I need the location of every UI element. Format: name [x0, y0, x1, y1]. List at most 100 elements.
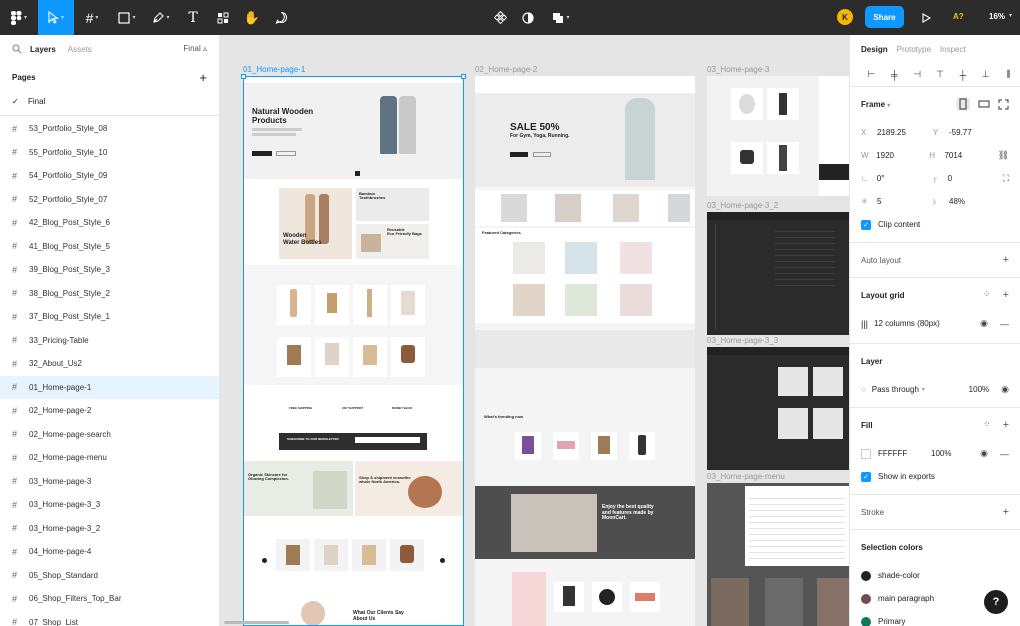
layer-item[interactable]: #03_Home-page-3 — [0, 470, 219, 494]
layer-item[interactable]: #05_Shop_Standard — [0, 564, 219, 588]
independent-corners-icon[interactable]: ⛶ — [1003, 173, 1009, 184]
frame-home-page-3[interactable] — [707, 76, 849, 196]
frame-label[interactable]: 03_Home-page-menu — [707, 472, 785, 481]
layer-item[interactable]: #06_Shop_Filters_Top_Bar — [0, 587, 219, 611]
eye-icon[interactable]: ◉ — [980, 318, 988, 329]
blend-mode-dropdown[interactable]: Pass through — [872, 385, 919, 394]
layer-item[interactable]: #01_Home-page-1 — [0, 375, 219, 399]
layer-item[interactable]: #39_Blog_Post_Style_3 — [0, 258, 219, 282]
color-swatch[interactable] — [861, 570, 871, 581]
layer-item[interactable]: #04_Home-page-4 — [0, 540, 219, 564]
selection-box[interactable] — [243, 76, 464, 626]
fill-styles-icon[interactable]: ⁘ — [983, 419, 991, 431]
frame-label[interactable]: 02_Home-page-2 — [475, 65, 537, 74]
selection-color-item[interactable]: shade-color — [861, 564, 1009, 587]
layer-item[interactable]: #02_Home-page-search — [0, 423, 219, 447]
fill-opacity-input[interactable]: 100% — [931, 449, 951, 458]
share-button[interactable]: Share — [865, 6, 904, 28]
resize-handle[interactable] — [461, 74, 466, 79]
portrait-icon[interactable] — [956, 97, 970, 111]
eye-icon[interactable]: ◉ — [980, 448, 988, 459]
layer-item[interactable]: #03_Home-page-3_2 — [0, 517, 219, 541]
align-left-icon[interactable]: ⊢ — [860, 69, 883, 80]
clip-content-checkbox[interactable]: ✓ — [861, 219, 871, 230]
eye-icon[interactable]: ◉ — [1001, 384, 1009, 395]
frame-preset-dropdown[interactable]: Frame ▾ — [861, 100, 890, 109]
spread-input[interactable]: 5 — [877, 197, 933, 206]
add-stroke-icon[interactable]: + — [1003, 506, 1009, 518]
landscape-icon[interactable] — [978, 98, 990, 110]
width-input[interactable]: 1920 — [876, 151, 929, 160]
layer-item[interactable]: #32_About_Us2 — [0, 352, 219, 376]
align-right-icon[interactable]: ⊣ — [906, 69, 929, 80]
layer-item[interactable]: #52_Portfolio_Style_07 — [0, 188, 219, 212]
columns-grid-icon[interactable]: ||| — [861, 319, 868, 329]
layer-item[interactable]: #41_Blog_Post_Style_5 — [0, 235, 219, 259]
selection-color-item[interactable]: Primary — [861, 610, 1009, 626]
frame-home-page-2[interactable]: SALE 50% For Gym, Yoga, Running. Feature… — [475, 76, 695, 626]
mask-button[interactable] — [518, 0, 538, 35]
fill-hex-input[interactable]: FFFFFF — [878, 449, 931, 458]
main-menu-button[interactable]: ▾ — [0, 0, 38, 35]
tab-assets[interactable]: Assets — [68, 45, 92, 54]
add-fill-icon[interactable]: + — [1003, 419, 1009, 431]
frame-label[interactable]: 01_Home-page-1 — [243, 65, 305, 74]
x-input[interactable]: 2189.25 — [877, 128, 933, 137]
present-button[interactable] — [918, 0, 934, 35]
resize-to-fit-icon[interactable] — [998, 99, 1009, 110]
page-selector[interactable]: Final ▵ — [183, 44, 207, 53]
align-center-v-icon[interactable]: ┼ — [951, 70, 974, 80]
distribute-icon[interactable]: ⫼ — [997, 69, 1020, 80]
text-tool-button[interactable]: T — [182, 0, 204, 35]
layer-item[interactable]: #03_Home-page-3_3 — [0, 493, 219, 517]
color-swatch[interactable] — [861, 616, 871, 626]
layer-item[interactable]: #07_Shop_List — [0, 611, 219, 626]
frame-label[interactable]: 03_Home-page-3 — [707, 65, 769, 74]
ai-button[interactable]: A? — [953, 12, 964, 21]
layer-item[interactable]: #53_Portfolio_Style_08 — [0, 117, 219, 141]
tab-inspect[interactable]: Inspect — [940, 45, 966, 54]
tab-design[interactable]: Design — [861, 45, 888, 54]
opacity-input[interactable]: 48% — [949, 197, 1005, 206]
layer-opacity-input[interactable]: 100% — [969, 385, 989, 394]
zoom-dropdown[interactable]: 16% — [989, 12, 1005, 21]
horizontal-scrollbar[interactable] — [224, 621, 289, 624]
align-bottom-icon[interactable]: ⊥ — [974, 69, 997, 80]
resources-button[interactable] — [212, 0, 234, 35]
component-button[interactable] — [490, 0, 510, 35]
color-swatch[interactable] — [861, 593, 871, 604]
tab-layers[interactable]: Layers — [30, 45, 56, 54]
remove-icon[interactable]: — — [1000, 319, 1009, 329]
hand-tool-button[interactable]: ✋ — [241, 0, 263, 35]
y-input[interactable]: -59.77 — [949, 128, 1005, 137]
align-top-icon[interactable]: ⊤ — [929, 69, 952, 80]
height-input[interactable]: 7014 — [944, 151, 997, 160]
resize-handle[interactable] — [241, 74, 246, 79]
align-center-h-icon[interactable]: ╪ — [883, 70, 906, 80]
tab-prototype[interactable]: Prototype — [897, 45, 931, 54]
comment-tool-button[interactable] — [270, 0, 292, 35]
fill-swatch[interactable] — [861, 448, 871, 459]
move-tool-button[interactable]: ▾ — [38, 0, 74, 35]
add-page-icon[interactable]: + — [199, 70, 207, 85]
pen-tool-button[interactable]: ▾ — [146, 0, 176, 35]
shape-tool-button[interactable]: ▾ — [112, 0, 142, 35]
search-icon[interactable] — [12, 44, 22, 54]
rotation-input[interactable]: 0° — [877, 174, 932, 183]
show-in-exports-checkbox[interactable]: ✓ — [861, 471, 871, 482]
frame-home-page-3-2[interactable] — [707, 212, 849, 335]
layer-item[interactable]: #02_Home-page-2 — [0, 399, 219, 423]
boolean-button[interactable]: ▾ — [548, 0, 574, 35]
add-auto-layout-icon[interactable]: + — [1003, 254, 1009, 266]
layer-item[interactable]: #33_Pricing-Table — [0, 329, 219, 353]
layer-item[interactable]: #37_Blog_Post_Style_1 — [0, 305, 219, 329]
page-item[interactable]: ✓ Final — [0, 91, 219, 111]
grid-styles-icon[interactable]: ⁘ — [983, 289, 991, 301]
layer-item[interactable]: #02_Home-page-menu — [0, 446, 219, 470]
layer-item[interactable]: #55_Portfolio_Style_10 — [0, 141, 219, 165]
layer-item[interactable]: #54_Portfolio_Style_09 — [0, 164, 219, 188]
frame-tool-button[interactable]: # ▾ — [78, 0, 106, 35]
layer-item[interactable]: #38_Blog_Post_Style_2 — [0, 282, 219, 306]
radius-input[interactable]: 0 — [948, 174, 1003, 183]
frame-label[interactable]: 03_Home-page-3_3 — [707, 336, 778, 345]
